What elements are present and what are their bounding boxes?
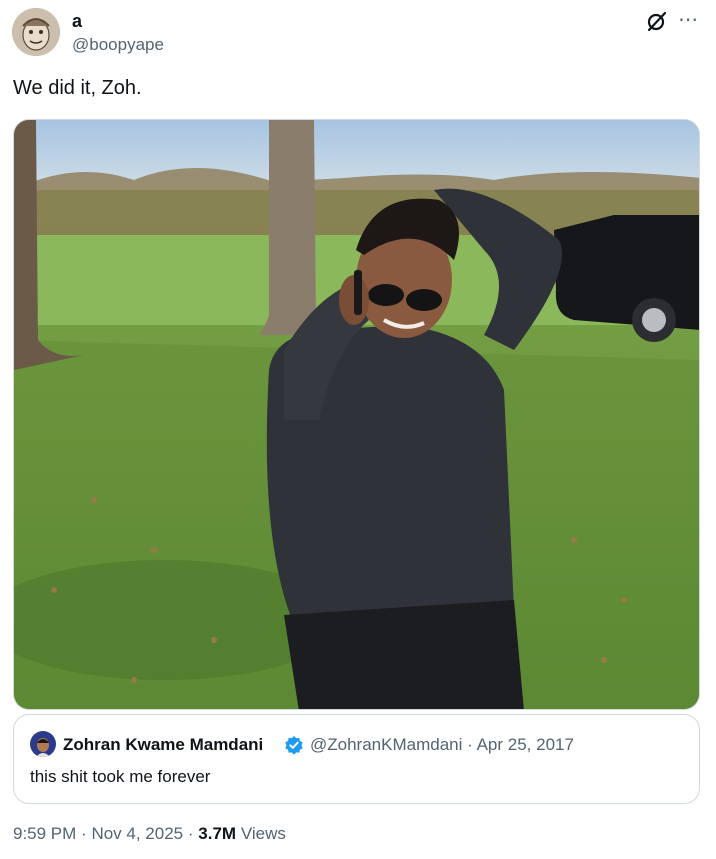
footer-separator: · bbox=[187, 824, 194, 843]
views-count: 3.7M bbox=[198, 824, 237, 843]
quoted-author-handle: @ZohranKMamdani bbox=[310, 735, 463, 754]
post-date[interactable]: Nov 4, 2025 bbox=[91, 824, 183, 843]
tweet-photo[interactable] bbox=[13, 119, 700, 710]
quoted-date: Apr 25, 2017 bbox=[476, 735, 574, 754]
quoted-meta: @ZohranKMamdani · Apr 25, 2017 bbox=[310, 734, 574, 756]
more-icon[interactable]: ⋯ bbox=[678, 10, 699, 30]
author-display-name[interactable]: a bbox=[72, 10, 82, 32]
tweet-text: We did it, Zoh. bbox=[13, 77, 142, 99]
views-label: Views bbox=[240, 824, 286, 843]
author-handle[interactable]: @boopyape bbox=[72, 35, 164, 55]
quoted-author-name: Zohran Kwame Mamdani bbox=[63, 735, 264, 754]
quoted-author-avatar bbox=[30, 731, 56, 757]
author-avatar[interactable] bbox=[12, 8, 60, 56]
post-time[interactable]: 9:59 PM bbox=[13, 824, 76, 843]
quoted-tweet-text: this shit took me forever bbox=[30, 767, 211, 786]
grok-icon[interactable] bbox=[645, 9, 669, 33]
tweet-footer-meta: 9:59 PM · Nov 4, 2025 · 3.7M Views bbox=[13, 823, 286, 845]
footer-separator: · bbox=[81, 824, 87, 843]
verified-badge-icon bbox=[284, 735, 304, 755]
meta-separator: · bbox=[467, 735, 473, 754]
quoted-tweet-card[interactable]: Zohran Kwame Mamdani @ZohranKMamdani · A… bbox=[13, 714, 700, 804]
